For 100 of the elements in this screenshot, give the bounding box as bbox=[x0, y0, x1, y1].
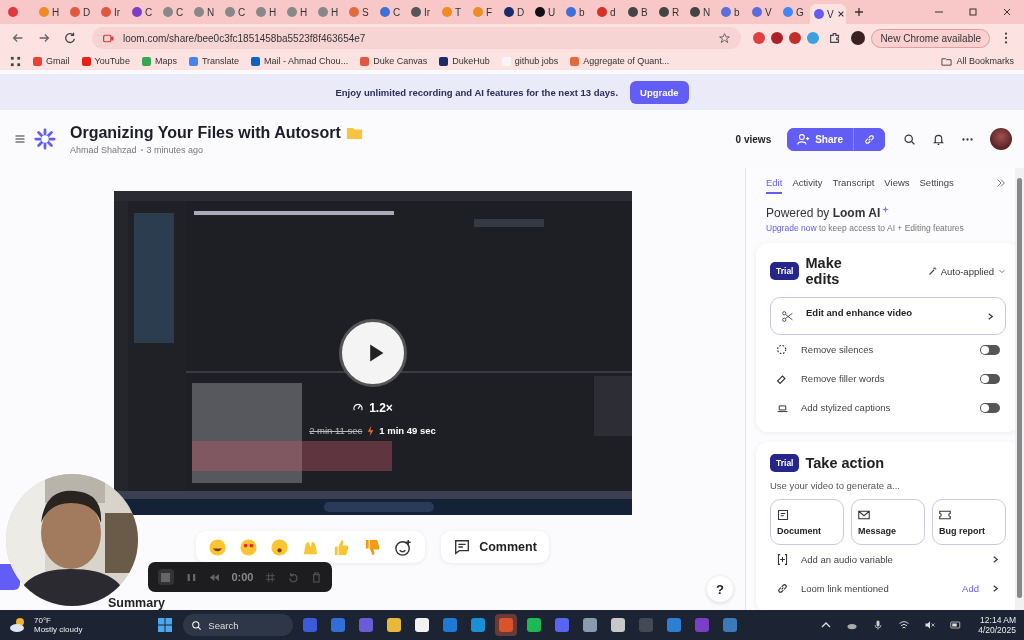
bookmark[interactable]: Maps bbox=[141, 56, 177, 66]
muted-speaker-icon[interactable] bbox=[924, 619, 937, 631]
new-tab-icon[interactable] bbox=[854, 7, 864, 17]
toggle-switch[interactable] bbox=[980, 402, 1000, 413]
add-link[interactable]: Add bbox=[962, 583, 979, 594]
browser-tab[interactable]: C bbox=[128, 2, 159, 22]
bookmark[interactable]: Gmail bbox=[33, 56, 70, 66]
bell-icon[interactable] bbox=[932, 132, 945, 146]
restart-icon[interactable] bbox=[288, 571, 300, 583]
browser-tab[interactable]: C bbox=[376, 2, 407, 22]
bookmark[interactable]: YouTube bbox=[81, 56, 130, 66]
extension-icon[interactable] bbox=[771, 32, 784, 44]
taskbar-clock[interactable]: 12:14 AM 4/20/2025 bbox=[978, 615, 1016, 635]
update-button[interactable]: New Chrome available bbox=[871, 28, 990, 48]
edit-video-button[interactable]: Edit and enhance video bbox=[770, 297, 1006, 335]
bookmark[interactable]: DukeHub bbox=[439, 56, 490, 66]
search-icon[interactable] bbox=[903, 132, 916, 146]
rewind-icon[interactable] bbox=[208, 571, 220, 583]
bookmark[interactable]: Mail - Ahmad Chou... bbox=[251, 56, 349, 66]
surprised-emoji-icon[interactable] bbox=[270, 537, 290, 557]
browser-tab[interactable]: R bbox=[655, 2, 686, 22]
share-button[interactable]: Share bbox=[787, 127, 854, 151]
browser-tab[interactable]: S bbox=[345, 2, 376, 22]
browser-tab[interactable]: Ir bbox=[97, 2, 128, 22]
browser-tab[interactable]: H bbox=[314, 2, 345, 22]
scrollbar[interactable] bbox=[1015, 168, 1024, 610]
generate-button[interactable]: Message bbox=[851, 499, 925, 545]
profile-avatar[interactable] bbox=[851, 31, 866, 45]
bookmark[interactable]: Translate bbox=[188, 56, 240, 66]
bookmark[interactable]: Duke Canvas bbox=[360, 56, 428, 66]
caret-icon bbox=[998, 267, 1006, 275]
close-icon[interactable] bbox=[1002, 7, 1012, 17]
menu-icon[interactable] bbox=[14, 133, 26, 145]
panel-tab[interactable]: Views bbox=[884, 172, 910, 194]
panel-tab[interactable]: Edit bbox=[766, 172, 783, 194]
browser-tab[interactable]: Ir bbox=[407, 2, 438, 22]
user-avatar[interactable] bbox=[990, 128, 1012, 150]
bookmark[interactable]: Aggregate of Quant... bbox=[570, 56, 670, 66]
browser-tab[interactable]: d bbox=[593, 2, 624, 22]
panel-tab[interactable]: Transcript bbox=[832, 172, 875, 194]
card-title: Take action bbox=[805, 455, 885, 471]
back-icon[interactable] bbox=[11, 31, 25, 45]
collapse-icon[interactable] bbox=[996, 178, 1006, 188]
laughing-emoji-icon[interactable] bbox=[208, 537, 228, 557]
taskbar-search[interactable]: Search bbox=[183, 614, 294, 636]
link-icon bbox=[776, 582, 789, 595]
add-reaction-icon[interactable] bbox=[394, 537, 414, 557]
browser-tab[interactable]: C bbox=[159, 2, 190, 22]
browser-tab[interactable]: D bbox=[500, 2, 531, 22]
action-row[interactable]: Add an audio variable bbox=[770, 545, 1006, 574]
toggle-switch[interactable] bbox=[980, 373, 1000, 384]
reload-icon[interactable] bbox=[63, 31, 77, 45]
generate-button[interactable]: Bug report bbox=[932, 499, 1006, 545]
browser-tab[interactable]: F bbox=[469, 2, 500, 22]
help-button[interactable]: ? bbox=[707, 576, 733, 602]
pause-icon[interactable] bbox=[185, 571, 197, 583]
browser-tab[interactable]: V bbox=[810, 4, 846, 24]
comment-button[interactable]: Comment bbox=[441, 531, 549, 563]
browser-tab[interactable]: N bbox=[190, 2, 221, 22]
browser-tab[interactable]: b bbox=[562, 2, 593, 22]
battery-icon[interactable] bbox=[950, 619, 963, 631]
upgrade-button[interactable]: Upgrade bbox=[630, 80, 689, 104]
star-icon[interactable] bbox=[718, 31, 732, 45]
panel-tab[interactable]: Activity bbox=[792, 172, 823, 194]
generate-button[interactable]: Document bbox=[770, 499, 844, 545]
browser-tab[interactable]: B bbox=[624, 2, 655, 22]
close-icon[interactable] bbox=[836, 10, 845, 18]
browser-tab[interactable]: T bbox=[438, 2, 469, 22]
browser-tab[interactable]: U bbox=[531, 2, 562, 22]
toggle-switch[interactable] bbox=[980, 344, 1000, 355]
upgrade-link[interactable]: Upgrade now bbox=[766, 223, 817, 233]
extension-icon[interactable] bbox=[753, 32, 766, 44]
browser-tab[interactable]: N bbox=[686, 2, 717, 22]
windows-start-icon[interactable] bbox=[157, 617, 174, 633]
address-bar[interactable]: loom.com/share/bee0c3fc1851458ba5523f8f463654e7 bbox=[92, 27, 742, 49]
folder-icon bbox=[345, 125, 363, 140]
browser-tab[interactable]: V bbox=[748, 2, 779, 22]
forward-icon[interactable] bbox=[37, 31, 51, 45]
panel-tab[interactable]: Settings bbox=[919, 172, 954, 194]
browser-tab[interactable]: H bbox=[35, 2, 66, 22]
extension-icon[interactable] bbox=[789, 32, 802, 44]
recording-timer: 0:00 bbox=[231, 571, 254, 583]
restore-icon[interactable] bbox=[968, 7, 978, 17]
stop-button[interactable] bbox=[158, 569, 174, 585]
microphone-icon[interactable] bbox=[872, 619, 885, 631]
bookmark[interactable]: github jobs bbox=[501, 56, 559, 66]
browser-tab[interactable]: H bbox=[283, 2, 314, 22]
browser-tab[interactable]: D bbox=[66, 2, 97, 22]
starburst-logo-icon[interactable] bbox=[34, 128, 56, 150]
heart-eyes-emoji-icon[interactable] bbox=[239, 537, 259, 557]
browser-tab[interactable]: b bbox=[717, 2, 748, 22]
mode-dropdown[interactable]: Auto-applied bbox=[927, 265, 1006, 277]
browser-tab[interactable]: H bbox=[252, 2, 283, 22]
comment-icon bbox=[453, 538, 472, 556]
apps-grid-icon[interactable] bbox=[10, 55, 21, 67]
browser-tab[interactable]: C bbox=[221, 2, 252, 22]
all-bookmarks-button[interactable]: All Bookmarks bbox=[941, 55, 1014, 67]
wifi-icon[interactable] bbox=[898, 619, 911, 631]
action-row[interactable]: Loom link mentioned Add bbox=[770, 574, 1006, 603]
browser-tab[interactable]: G bbox=[779, 2, 810, 22]
